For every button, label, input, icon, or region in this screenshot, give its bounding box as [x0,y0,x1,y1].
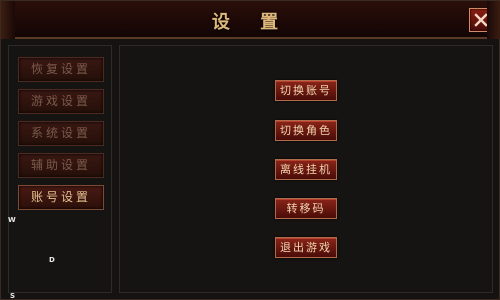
sidebar-item-restore-settings[interactable]: 恢复设置 [18,57,104,82]
account-settings-panel: 切换账号 切换角色 离线挂机 转移码 退出游戏 [119,45,493,293]
settings-window: 设 置 恢复设置 游戏设置 系统设置 辅助设置 账号设置 切换账号 切换角色 离… [0,0,500,300]
title-bar: 设 置 [1,1,500,39]
close-button[interactable] [469,8,493,32]
close-icon [474,13,488,27]
offline-afk-button[interactable]: 离线挂机 [275,159,337,180]
sidebar-item-account-settings[interactable]: 账号设置 [18,185,104,210]
marker-s: S [10,292,16,300]
marker-w: W [8,216,16,224]
window-title: 设 置 [211,12,291,33]
sidebar-item-game-settings[interactable]: 游戏设置 [18,89,104,114]
switch-account-button[interactable]: 切换账号 [275,80,337,101]
transfer-code-button[interactable]: 转移码 [275,198,337,219]
sidebar-item-system-settings[interactable]: 系统设置 [18,121,104,146]
exit-game-button[interactable]: 退出游戏 [275,237,337,258]
switch-character-button[interactable]: 切换角色 [275,120,337,141]
sidebar-item-assist-settings[interactable]: 辅助设置 [18,153,104,178]
marker-d: D [49,256,55,264]
settings-sidebar: 恢复设置 游戏设置 系统设置 辅助设置 账号设置 [8,45,112,293]
